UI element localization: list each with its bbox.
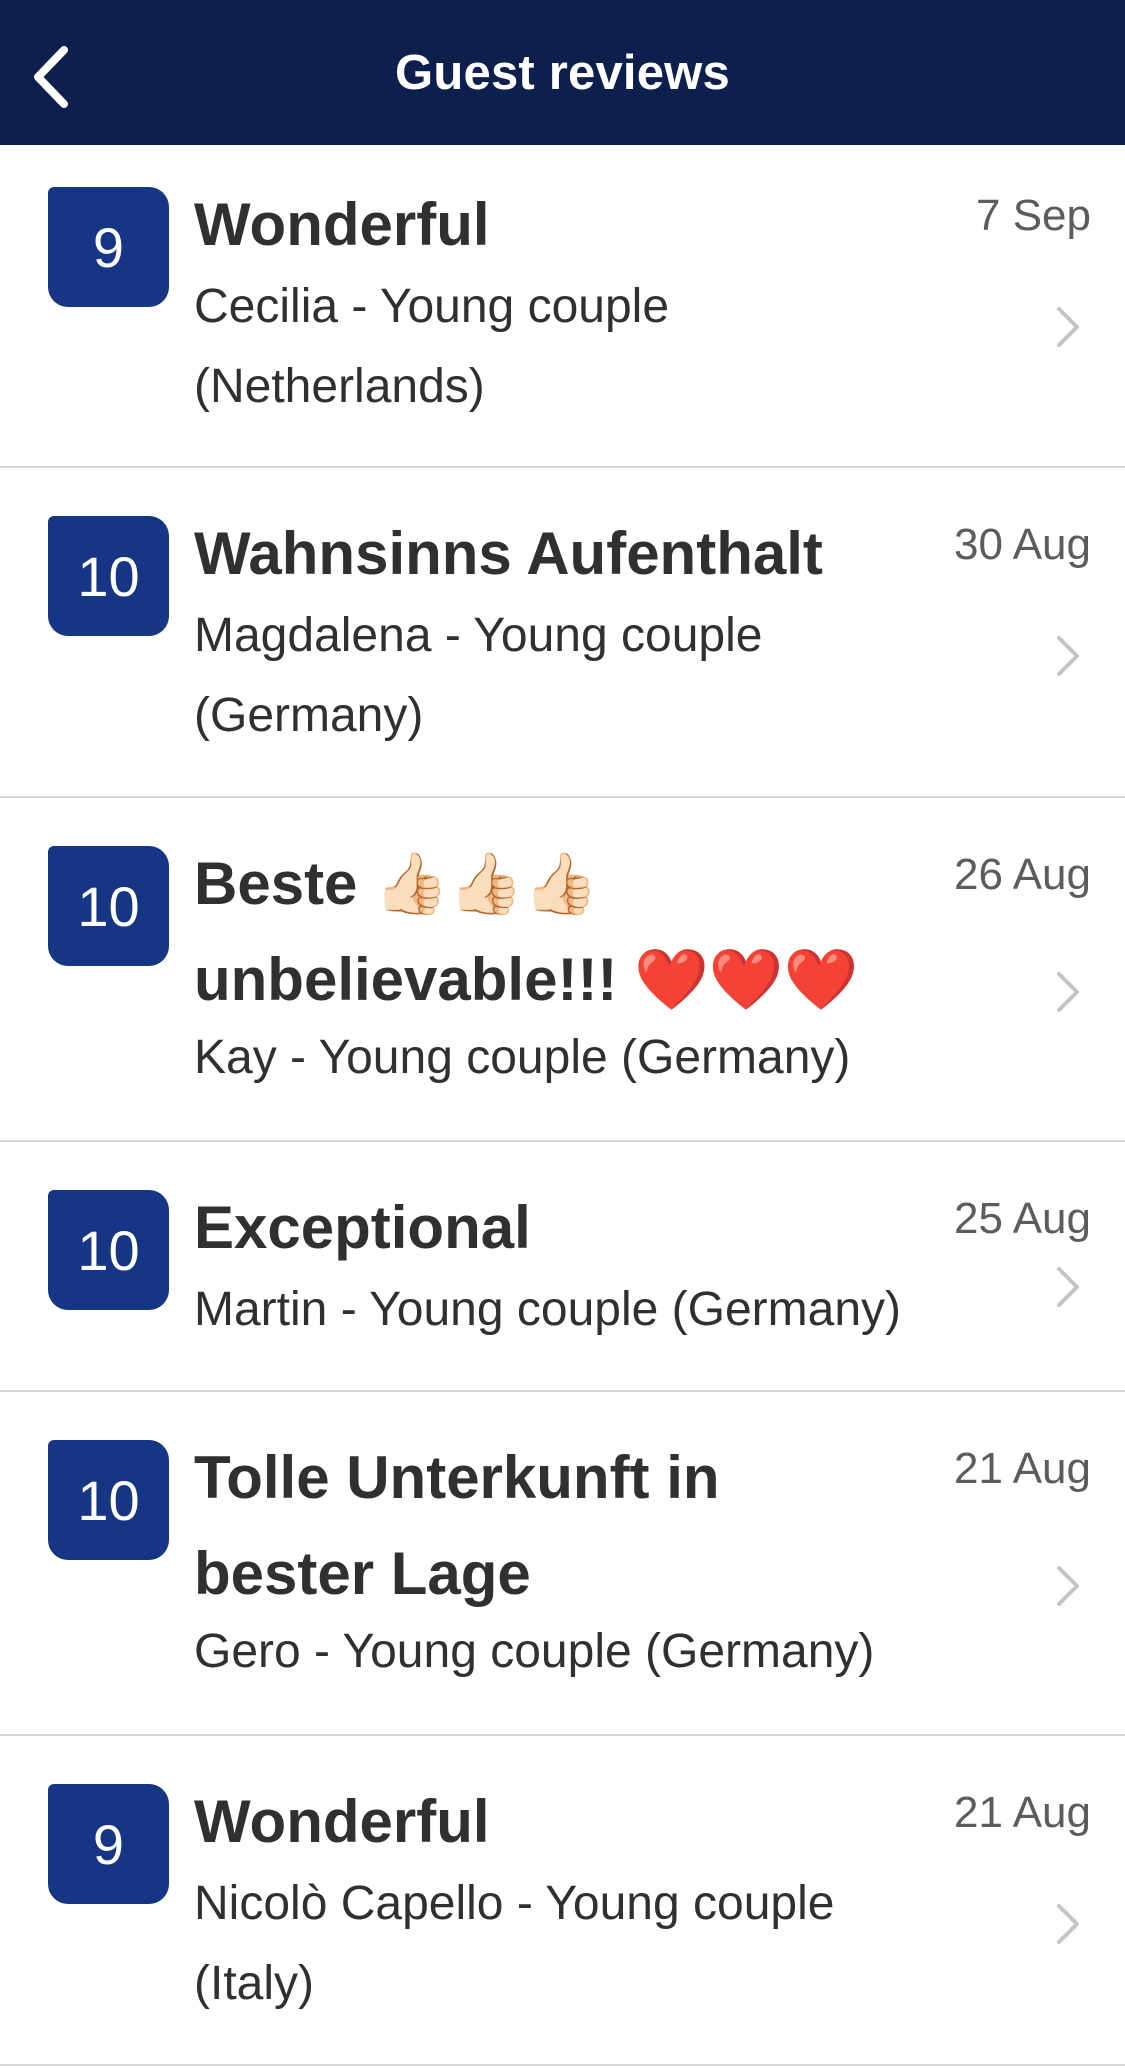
review-title: Wahnsinns Aufenthalt xyxy=(194,520,823,587)
chevron-right-icon xyxy=(1057,1267,1079,1307)
review-item[interactable]: 10 Beste 👍🏻👍🏻👍🏻 unbelievable!!! ❤️❤️❤️ K… xyxy=(0,798,1125,1142)
review-item[interactable]: 10 Tolle Unterkunft in bester Lage Gero … xyxy=(0,1392,1125,1736)
review-date: 26 Aug xyxy=(953,850,1091,899)
chevron-right-icon xyxy=(1057,1904,1079,1944)
review-date: 30 Aug xyxy=(953,520,1091,569)
review-date: 21 Aug xyxy=(953,1788,1091,1837)
reviewer-info: Gero - Young couple (Germany) xyxy=(194,1625,875,1678)
top-nav-bar: Guest reviews xyxy=(0,0,1125,145)
chevron-right-icon xyxy=(1057,972,1079,1012)
review-list: 9 Wonderful Cecilia - Young couple (Neth… xyxy=(0,145,1125,2066)
review-title: Beste 👍🏻👍🏻👍🏻 unbelievable!!! ❤️❤️❤️ xyxy=(194,850,859,1013)
review-date: 25 Aug xyxy=(953,1194,1091,1243)
review-item[interactable]: 10 Exceptional Martin - Young couple (Ge… xyxy=(0,1142,1125,1392)
reviewer-info: Cecilia - Young couple (Netherlands) xyxy=(194,280,670,413)
review-item[interactable]: 9 Wonderful Nicolò Capello - Young coupl… xyxy=(0,1736,1125,2066)
back-button[interactable] xyxy=(18,42,82,112)
score-badge: 9 xyxy=(48,1784,169,1904)
review-title: Exceptional xyxy=(194,1194,531,1261)
review-title: Wonderful xyxy=(194,1788,490,1855)
chevron-left-icon xyxy=(34,46,68,108)
score-badge: 9 xyxy=(48,187,169,307)
reviewer-info: Kay - Young couple (Germany) xyxy=(194,1031,851,1084)
review-title: Tolle Unterkunft in bester Lage xyxy=(194,1444,720,1607)
review-title: Wonderful xyxy=(194,191,490,258)
chevron-right-icon xyxy=(1057,307,1079,347)
review-item[interactable]: 10 Wahnsinns Aufenthalt Magdalena - Youn… xyxy=(0,468,1125,798)
score-badge: 10 xyxy=(48,846,169,966)
chevron-right-icon xyxy=(1057,1566,1079,1606)
reviewer-info: Martin - Young couple (Germany) xyxy=(194,1283,902,1336)
review-date: 21 Aug xyxy=(953,1444,1091,1493)
score-badge: 10 xyxy=(48,1190,169,1310)
review-date: 7 Sep xyxy=(976,191,1091,240)
reviewer-info: Nicolò Capello - Young couple (Italy) xyxy=(194,1877,835,2010)
review-item[interactable]: 9 Wonderful Cecilia - Young couple (Neth… xyxy=(0,145,1125,468)
reviewer-info: Magdalena - Young couple (Germany) xyxy=(194,609,763,742)
score-badge: 10 xyxy=(48,1440,169,1560)
score-badge: 10 xyxy=(48,516,169,636)
chevron-right-icon xyxy=(1057,636,1079,676)
page-title: Guest reviews xyxy=(395,45,730,100)
